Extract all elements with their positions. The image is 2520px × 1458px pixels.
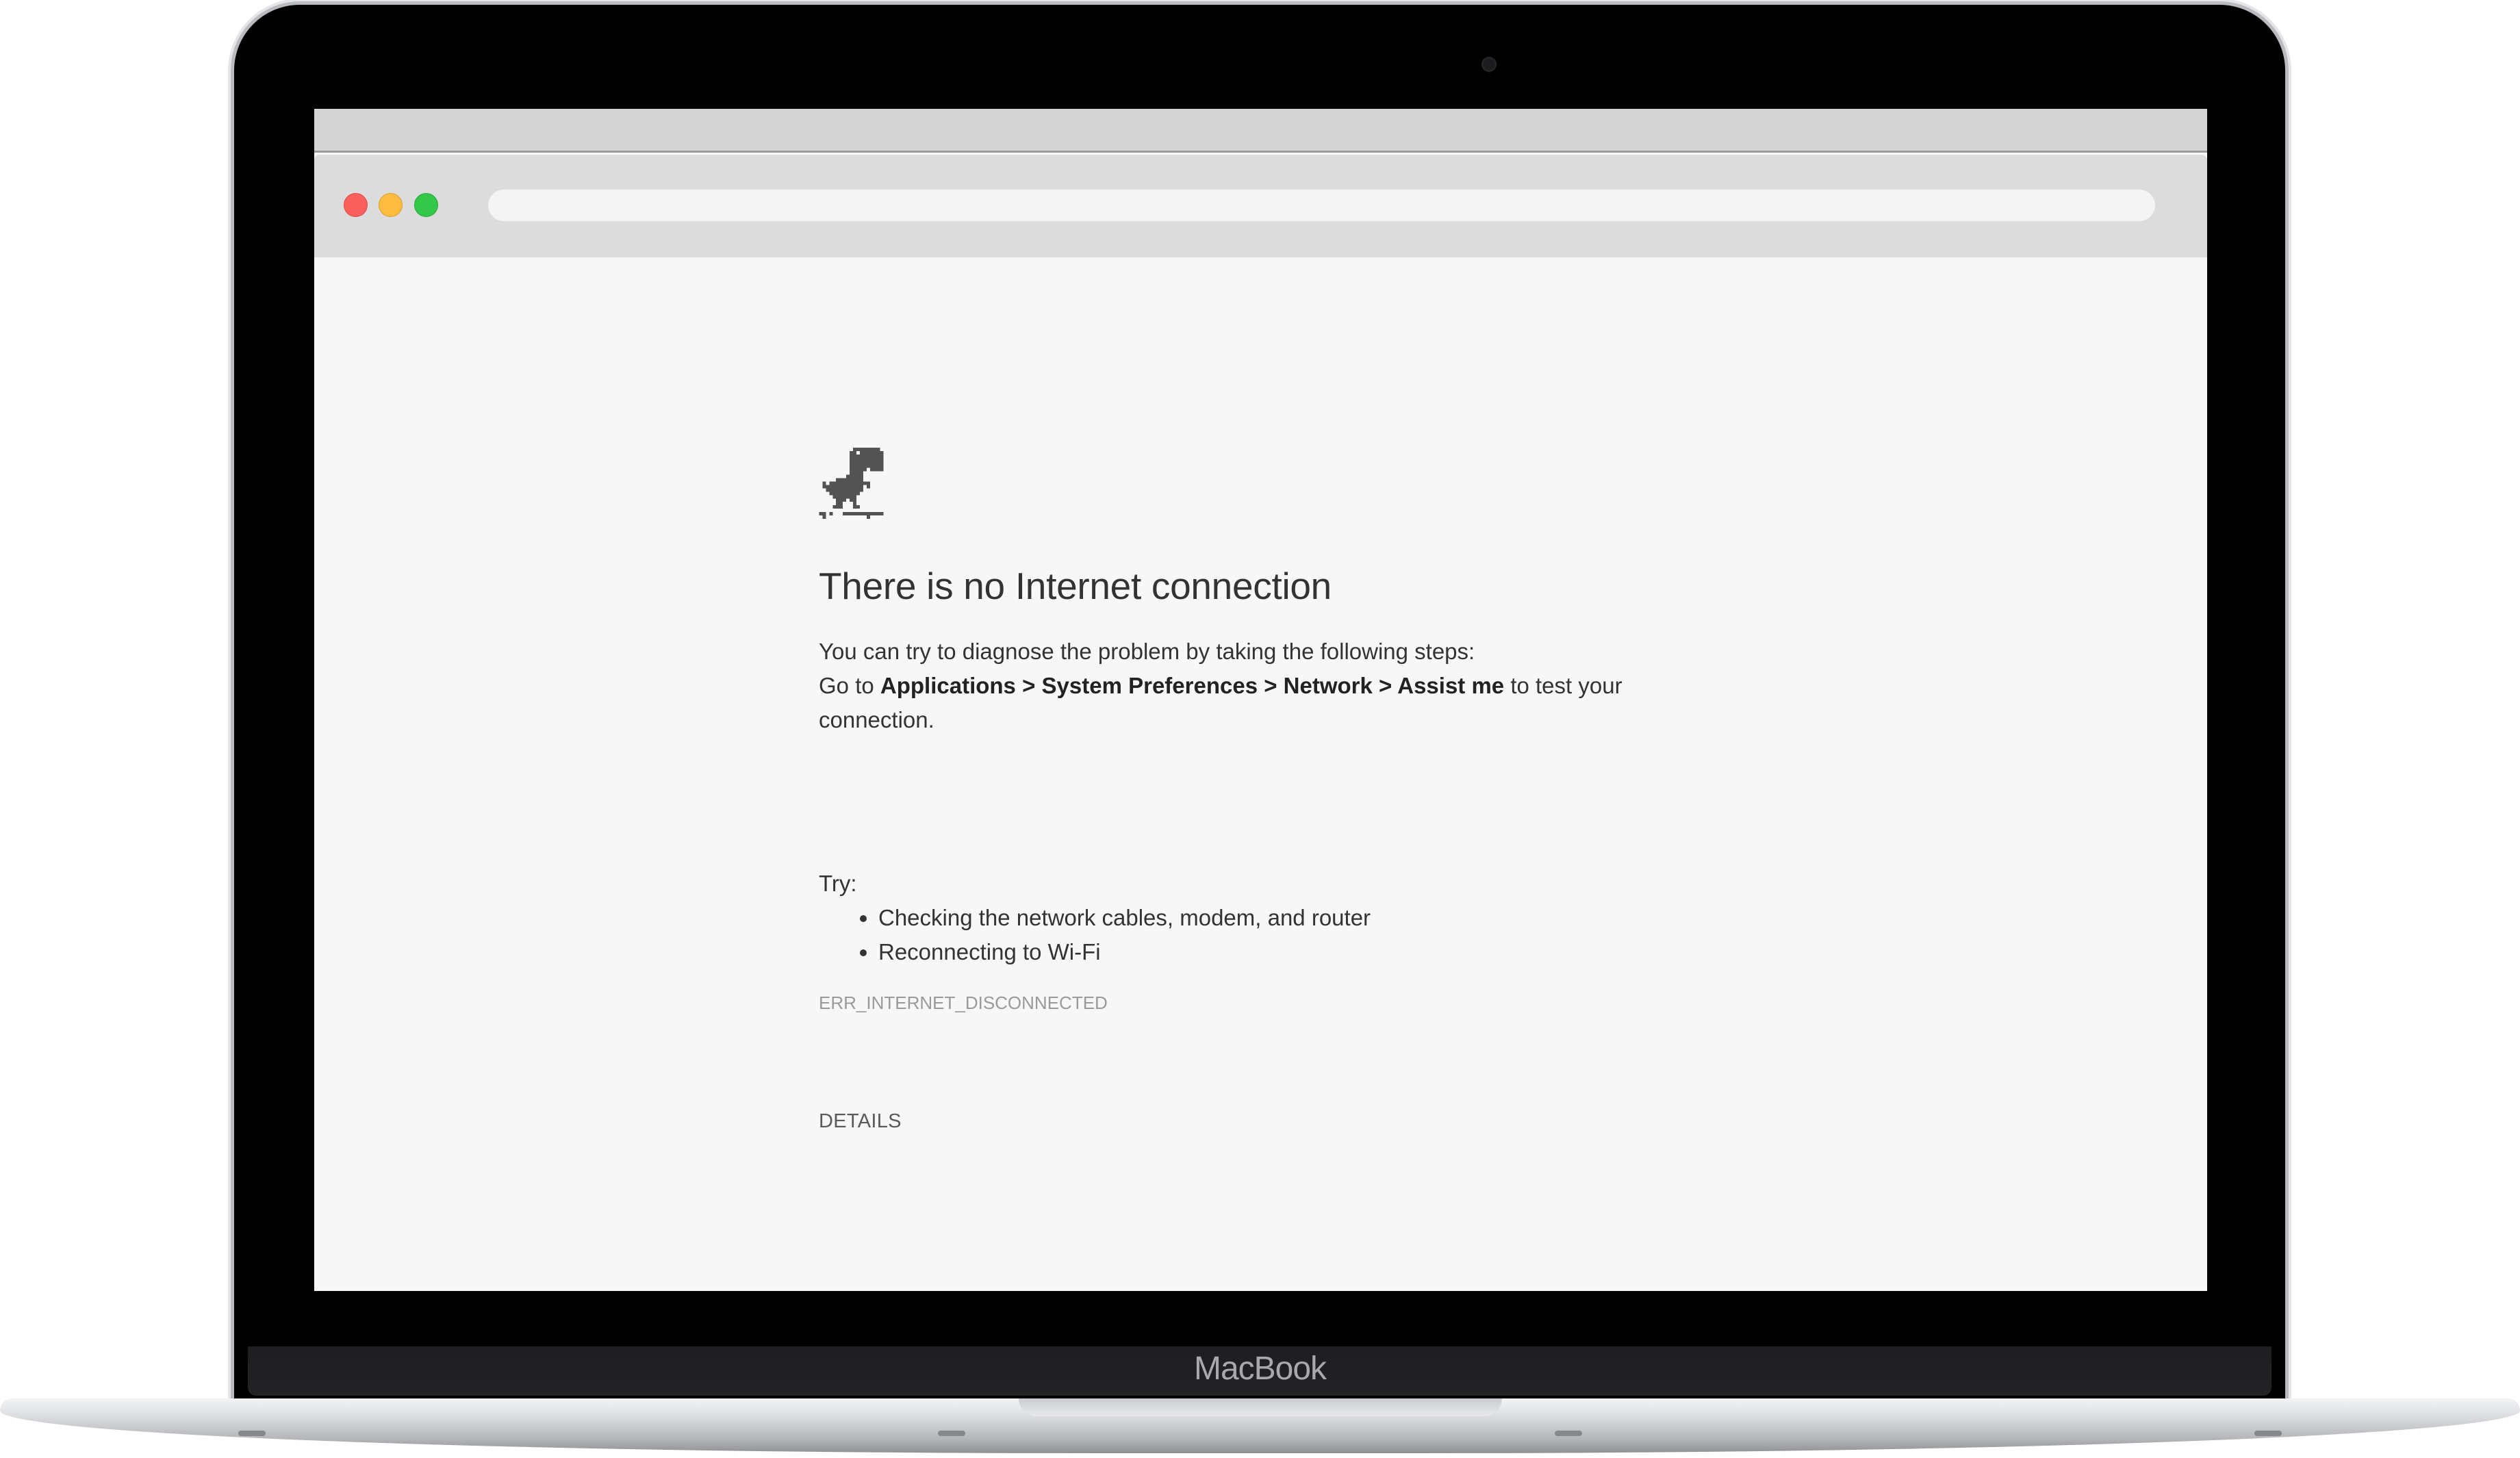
list-item: Reconnecting to Wi-Fi <box>878 935 1371 969</box>
error-title: There is no Internet connection <box>819 565 1332 607</box>
goto-prefix: Go to <box>819 673 880 698</box>
screen: There is no Internet connection You can … <box>314 109 2207 1291</box>
window-close-button[interactable] <box>344 193 368 217</box>
diagnose-intro: You can try to diagnose the problem by t… <box>819 639 1475 664</box>
error-code: ERR_INTERNET_DISCONNECTED <box>819 993 1108 1013</box>
list-item: Checking the network cables, modem, and … <box>878 901 1371 935</box>
network-settings-path: Applications > System Preferences > Netw… <box>880 673 1505 698</box>
laptop-foot <box>2254 1431 2282 1436</box>
camera-icon <box>1481 57 1497 72</box>
laptop-base-notch <box>1019 1398 1502 1416</box>
diagnose-instructions: Go to Applications > System Preferences … <box>819 669 1709 737</box>
window-minimize-button[interactable] <box>379 193 403 217</box>
window-title-strip <box>314 109 2207 153</box>
device-brand-label: MacBook <box>1193 1351 1327 1387</box>
address-bar-input[interactable] <box>488 190 2155 221</box>
details-button[interactable]: DETAILS <box>816 1108 904 1136</box>
laptop-foot <box>1555 1431 1582 1436</box>
offline-dinosaur-icon <box>819 448 887 519</box>
suggestions-list: Checking the network cables, modem, and … <box>819 901 1371 969</box>
window-zoom-button[interactable] <box>414 193 438 217</box>
error-description: You can try to diagnose the problem by t… <box>819 635 1709 737</box>
laptop-foot <box>938 1431 965 1436</box>
laptop-foot <box>238 1431 266 1436</box>
try-label: Try: <box>819 871 857 896</box>
